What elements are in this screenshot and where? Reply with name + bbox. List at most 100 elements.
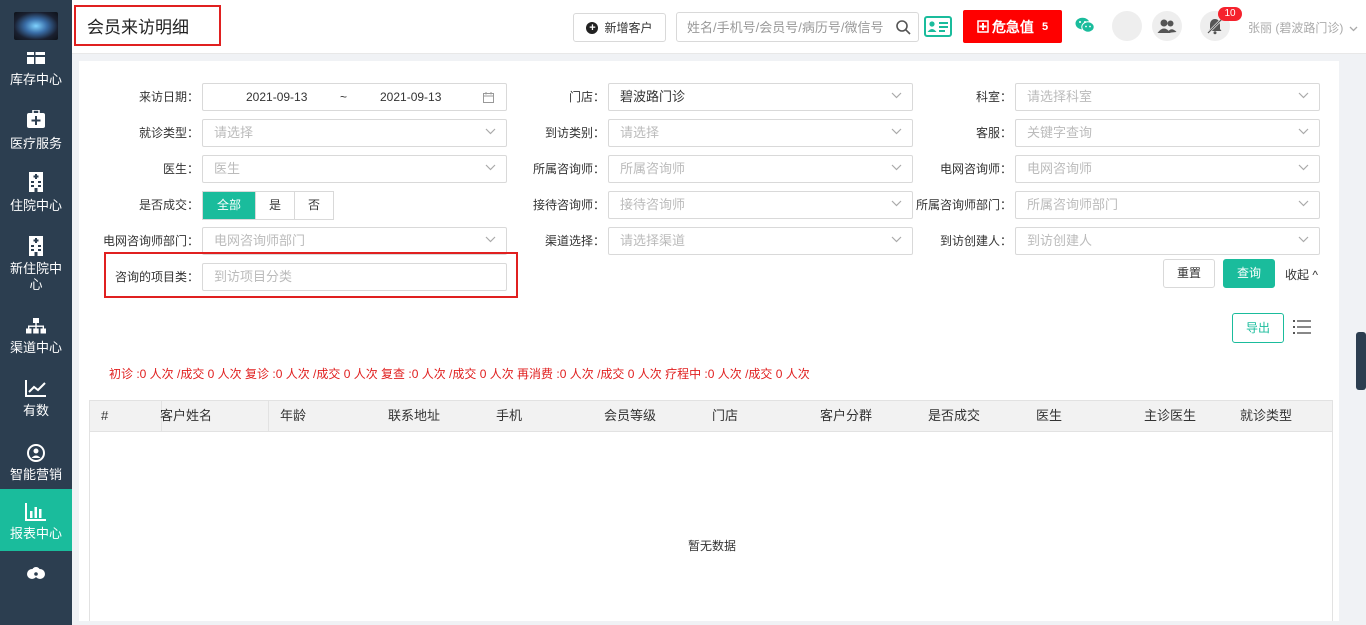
global-search	[676, 12, 919, 42]
chevron-down-icon	[891, 236, 902, 243]
visit-type-placeholder: 请选择	[214, 125, 254, 140]
sidebar-item-inpatient[interactable]: 住院中心	[0, 172, 72, 220]
sidebar-item-inventory[interactable]: 库存中心	[0, 52, 72, 92]
dept-placeholder: 请选择科室	[1027, 89, 1093, 104]
column-header-phone[interactable]: 手机	[496, 401, 522, 431]
column-header-visit-type[interactable]: 就诊类型	[1240, 401, 1292, 431]
sidebar-item-label: 渠道中心	[9, 340, 62, 355]
column-header-member-level[interactable]: 会员等级	[604, 401, 656, 431]
deal-toggle: 全部 是 否	[202, 191, 334, 220]
online-dept-select[interactable]: 电网咨询师部门	[202, 227, 507, 255]
channel-select[interactable]: 请选择渠道	[608, 227, 913, 255]
sidebar-item-label: 医疗服务	[9, 136, 62, 151]
deal-option-no[interactable]: 否	[295, 192, 333, 219]
project-category-label: 咨询的项目类：	[114, 270, 199, 284]
search-input[interactable]	[677, 13, 889, 41]
project-category-input[interactable]: 到访项目分类	[202, 263, 507, 291]
arrival-type-label: 到访类别：	[544, 126, 605, 140]
calendar-icon	[483, 92, 494, 103]
date-end[interactable]: 2021-09-13	[380, 84, 441, 110]
sidebar-item-new-inpatient[interactable]: 新住院中心	[0, 236, 72, 296]
page-scrollbar[interactable]	[1356, 332, 1366, 390]
dept-label: 科室：	[975, 90, 1012, 104]
search-icon[interactable]	[896, 20, 911, 35]
reception-consultant-placeholder: 接待咨询师	[620, 197, 686, 212]
table-header: # 客户姓名 年龄 联系地址 手机 会员等级 门店 客户分群 是否成交 医生 主…	[89, 400, 1333, 432]
chevron-down-icon	[891, 200, 902, 207]
reset-button[interactable]: 重置	[1163, 259, 1215, 288]
reception-consultant-select[interactable]: 接待咨询师	[608, 191, 913, 219]
org-chart-icon	[26, 318, 46, 334]
deal-option-yes[interactable]: 是	[256, 192, 295, 219]
column-header-doctor[interactable]: 医生	[1036, 401, 1062, 431]
sidebar-item-reports[interactable]: 报表中心	[0, 489, 72, 551]
column-header-address[interactable]: 联系地址	[388, 401, 440, 431]
visit-type-select[interactable]: 请选择	[202, 119, 507, 147]
add-customer-button[interactable]: + 新增客户	[573, 13, 666, 42]
sidebar-item-label: 住院中心	[9, 198, 62, 213]
column-header-store[interactable]: 门店	[712, 401, 738, 431]
doctor-placeholder: 医生	[214, 161, 241, 176]
sidebar-item-youshu[interactable]: 有数	[0, 380, 72, 420]
column-header-deal[interactable]: 是否成交	[928, 401, 980, 431]
critical-value-button[interactable]: 危急值 5	[963, 10, 1062, 43]
sidebar-item-marketing[interactable]: 智能营销	[0, 444, 72, 484]
user-menu[interactable]: 张丽 (碧波路门诊)	[1248, 19, 1358, 36]
page-title: 会员来访明细	[74, 5, 221, 46]
column-header-name[interactable]: 客户姓名	[160, 401, 212, 431]
column-header-age[interactable]: 年龄	[280, 401, 306, 431]
collapse-toggle[interactable]: 收起 ^	[1285, 266, 1318, 283]
online-consultant-select[interactable]: 电网咨询师	[1015, 155, 1320, 183]
channel-placeholder: 请选择渠道	[620, 233, 686, 248]
arrival-type-select[interactable]: 请选择	[608, 119, 913, 147]
project-category-placeholder: 到访项目分类	[214, 269, 293, 284]
column-header-attending-doctor[interactable]: 主诊医生	[1144, 401, 1196, 431]
dept-select[interactable]: 请选择科室	[1015, 83, 1320, 111]
deal-option-all[interactable]: 全部	[203, 192, 256, 219]
consultant-select[interactable]: 所属咨询师	[608, 155, 913, 183]
visit-stats-summary: 初诊 :0 人次 /成交 0 人次 复诊 :0 人次 /成交 0 人次 复查 :…	[109, 367, 810, 381]
arrival-type-placeholder: 请选择	[620, 125, 660, 140]
doctor-select[interactable]: 医生	[202, 155, 507, 183]
column-settings-icon[interactable]	[1293, 319, 1311, 335]
sidebar: 库存中心 医疗服务 住院中心 新住院中心 渠道中心 有数 智能营销 报表中心	[0, 0, 72, 625]
arrival-creator-select[interactable]: 到访创建人	[1015, 227, 1320, 255]
store-label: 门店：	[568, 90, 605, 104]
wechat-icon[interactable]	[1075, 17, 1095, 33]
online-dept-label: 电网咨询师部门：	[102, 234, 199, 248]
sidebar-item-channel[interactable]: 渠道中心	[0, 318, 72, 358]
sidebar-item-label: 新住院中心	[9, 261, 62, 292]
app-logo[interactable]	[14, 12, 58, 40]
chevron-down-icon	[1298, 128, 1309, 135]
sidebar-item-medical[interactable]: 医疗服务	[0, 110, 72, 158]
chevron-down-icon	[1298, 236, 1309, 243]
column-divider	[268, 401, 269, 431]
avatar[interactable]	[1112, 11, 1142, 41]
gear-group-icon	[27, 567, 45, 579]
id-card-icon[interactable]	[924, 14, 952, 40]
chevron-down-icon	[891, 92, 902, 99]
chevron-down-icon	[891, 128, 902, 135]
query-button[interactable]: 查询	[1223, 259, 1275, 288]
online-consultant-placeholder: 电网咨询师	[1027, 161, 1093, 176]
column-header-segment[interactable]: 客户分群	[820, 401, 872, 431]
consultant-dept-select[interactable]: 所属咨询师部门	[1015, 191, 1320, 219]
export-button[interactable]: 导出	[1232, 313, 1284, 343]
consultant-placeholder: 所属咨询师	[620, 161, 686, 176]
date-start[interactable]: 2021-09-13	[246, 84, 307, 110]
sidebar-item-label: 有数	[22, 403, 49, 418]
store-select[interactable]: 碧波路门诊	[608, 83, 913, 111]
top-bar: 会员来访明细 + 新增客户 危急值 5 10 张丽 (碧波路门诊)	[72, 0, 1366, 54]
add-customer-label: 新增客户	[604, 21, 653, 35]
store-value: 碧波路门诊	[620, 89, 686, 104]
date-separator: ~	[340, 90, 348, 104]
sidebar-item-more[interactable]	[0, 566, 72, 586]
customer-service-select[interactable]: 关键字查询	[1015, 119, 1320, 147]
arrival-creator-placeholder: 到访创建人	[1027, 233, 1093, 248]
sidebar-item-label: 报表中心	[9, 526, 62, 541]
sidebar-item-label: 智能营销	[9, 467, 62, 482]
users-button[interactable]	[1152, 11, 1182, 41]
plus-icon: +	[586, 21, 599, 34]
visit-date-range[interactable]: 2021-09-13 ~ 2021-09-13	[202, 83, 507, 111]
doctor-label: 医生：	[162, 162, 199, 176]
